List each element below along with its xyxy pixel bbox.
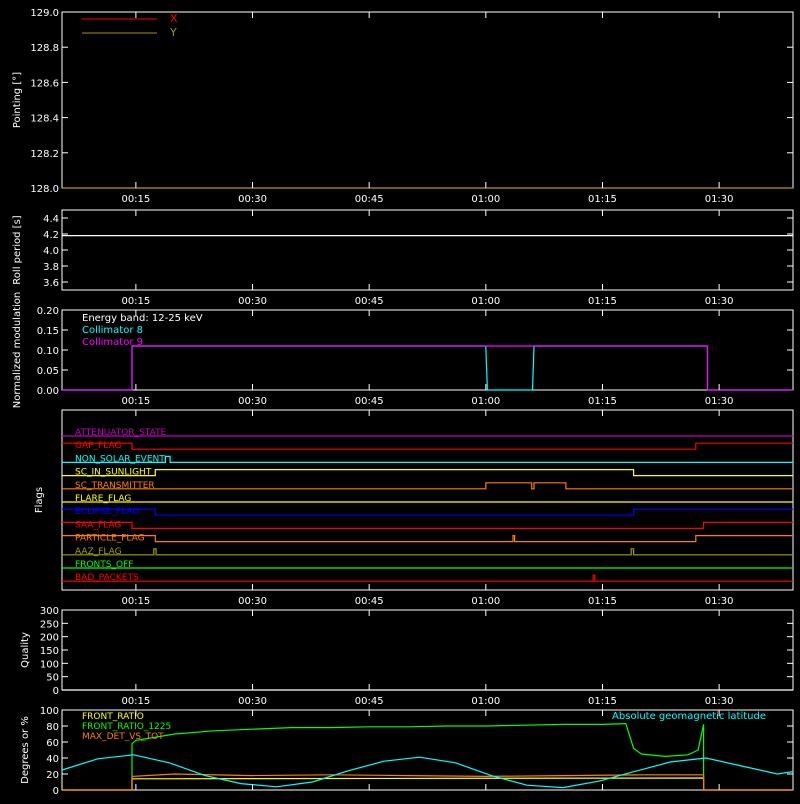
x-tick-label: 00:30 bbox=[238, 596, 267, 607]
x-tick-label: 01:00 bbox=[471, 696, 500, 707]
y-tick-label: 150 bbox=[40, 646, 59, 657]
x-tick-label: 01:30 bbox=[705, 596, 734, 607]
pointing-ylabel: Pointing [°] bbox=[12, 72, 23, 128]
x-tick-label: 01:15 bbox=[588, 194, 617, 205]
y-tick-label: 200 bbox=[40, 633, 59, 644]
y-tick-label: 0 bbox=[53, 786, 59, 797]
flag-label: AAZ_FLAG bbox=[75, 547, 122, 557]
x-tick-label: 00:15 bbox=[121, 396, 150, 407]
y-tick-label: 80 bbox=[46, 722, 59, 733]
x-tick-label: 01:15 bbox=[588, 596, 617, 607]
chart-figure: Pointing [°] 129.0 128.8 128.6 128.4 128.2 12… bbox=[0, 0, 800, 800]
y-tick-label: 100 bbox=[40, 706, 59, 717]
figure-canvas: Pointing [°] 129.0 128.8 128.6 128.4 128.2 12… bbox=[0, 0, 800, 800]
flag-label: GAP_FLAG bbox=[75, 441, 121, 451]
x-tick-label: 00:15 bbox=[121, 596, 150, 607]
x-tick-label: 01:15 bbox=[588, 696, 617, 707]
x-tick-label: 00:15 bbox=[121, 296, 150, 307]
y-tick-label: 0.00 bbox=[37, 386, 59, 397]
x-tick-label: 00:45 bbox=[355, 696, 384, 707]
flag-label: SC_TRANSMITTER bbox=[75, 481, 155, 491]
y-tick-label: 0.05 bbox=[37, 366, 59, 377]
flag-label: BAD_PACKETS bbox=[75, 573, 139, 583]
x-tick-label: 00:15 bbox=[121, 194, 150, 205]
y-tick-label: 40 bbox=[46, 754, 59, 765]
x-tick-label: 01:00 bbox=[471, 194, 500, 205]
y-tick-label: 3.6 bbox=[43, 278, 59, 289]
y-tick-label: 128.8 bbox=[30, 43, 59, 54]
x-tick-label: 00:45 bbox=[355, 596, 384, 607]
flag-label: ECLIPSE_FLAG bbox=[75, 507, 139, 517]
x-tick-label: 00:45 bbox=[355, 396, 384, 407]
x-tick-label: 00:30 bbox=[238, 296, 267, 307]
quality-ylabel: Quality bbox=[20, 632, 31, 668]
y-tick-label: 128.0 bbox=[30, 184, 59, 195]
y-tick-label: 250 bbox=[40, 619, 59, 630]
x-tick-label: 00:30 bbox=[238, 194, 267, 205]
modulation-legend-collimator-8: Collimator 8 bbox=[82, 325, 143, 336]
x-tick-label: 01:00 bbox=[471, 596, 500, 607]
x-tick-label: 01:30 bbox=[705, 194, 734, 205]
y-tick-label: 100 bbox=[40, 659, 59, 670]
flags-ylabel: Flags bbox=[34, 487, 45, 513]
y-tick-label: 20 bbox=[46, 770, 59, 781]
y-tick-label: 3.8 bbox=[43, 262, 59, 273]
x-tick-label: 01:30 bbox=[705, 696, 734, 707]
y-tick-label: 0.20 bbox=[37, 306, 59, 317]
modulation-ylabel: Normalized modulation bbox=[12, 292, 23, 409]
flag-label: SAA_FLAG bbox=[75, 520, 121, 530]
x-tick-label: 00:45 bbox=[355, 194, 384, 205]
flag-label: NON_SOLAR_EVENT bbox=[75, 454, 165, 464]
y-tick-label: 60 bbox=[46, 738, 59, 749]
fronts-legend-front-ratio-1225: FRONT_RATIO_1225 bbox=[82, 722, 171, 732]
roll-ylabel: Roll period [s] bbox=[12, 215, 23, 284]
x-tick-label: 01:30 bbox=[705, 396, 734, 407]
y-tick-label: 0.15 bbox=[37, 326, 59, 337]
x-tick-label: 00:30 bbox=[238, 696, 267, 707]
x-tick-label: 01:00 bbox=[471, 296, 500, 307]
y-tick-label: 0.10 bbox=[37, 346, 59, 357]
y-tick-label: 300 bbox=[40, 606, 59, 617]
fronts-legend-front-ratio: FRONT_RATIO bbox=[82, 712, 144, 722]
x-tick-label: 00:30 bbox=[238, 396, 267, 407]
y-tick-label: 128.2 bbox=[30, 149, 59, 160]
flag-label: ATTENUATOR_STATE bbox=[75, 428, 167, 438]
modulation-energy-band: Energy band: 12-25 keV bbox=[82, 313, 203, 324]
x-tick-label: 01:15 bbox=[588, 296, 617, 307]
x-tick-label: 00:45 bbox=[355, 296, 384, 307]
y-tick-label: 4.0 bbox=[43, 246, 59, 257]
flag-label: FRONTS_OFF bbox=[75, 560, 133, 570]
legend-label-y: Y bbox=[169, 26, 177, 39]
x-tick-label: 00:15 bbox=[121, 696, 150, 707]
y-tick-label: 50 bbox=[46, 673, 59, 684]
flag-label: FLARE_FLAG bbox=[75, 494, 131, 504]
x-tick-label: 01:15 bbox=[588, 396, 617, 407]
y-tick-label: 128.6 bbox=[30, 78, 59, 89]
y-tick-label: 0 bbox=[53, 686, 59, 697]
y-tick-label: 4.4 bbox=[43, 214, 59, 225]
y-tick-label: 4.2 bbox=[43, 230, 59, 241]
legend-label-x: X bbox=[170, 12, 178, 25]
y-tick-label: 129.0 bbox=[30, 8, 59, 19]
y-tick-label: 128.4 bbox=[30, 114, 59, 125]
flag-label: SC_IN_SUNLIGHT bbox=[75, 468, 152, 478]
flag-label: PARTICLE_FLAG bbox=[75, 534, 145, 544]
x-tick-label: 01:30 bbox=[705, 296, 734, 307]
fronts-ylabel: Degrees or % bbox=[20, 716, 31, 784]
x-tick-label: 01:00 bbox=[471, 396, 500, 407]
modulation-legend-collimator-9: Collimator 9 bbox=[82, 337, 143, 348]
fronts-legend-max-det-vs-tot: MAX_DET_VS_TOT bbox=[82, 732, 164, 742]
fronts-geomagnetic-label: Absolute geomagnetic latitude bbox=[612, 711, 766, 722]
